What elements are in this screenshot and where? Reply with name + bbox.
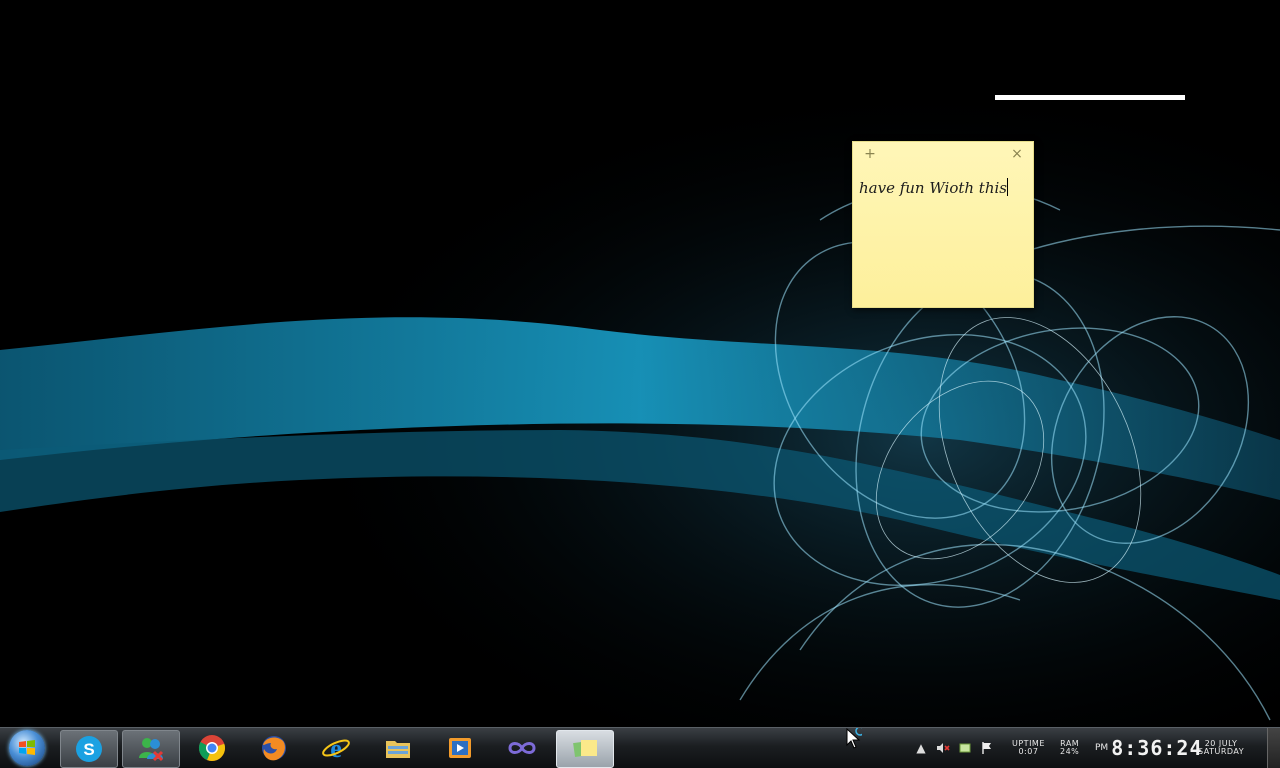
taskbar-media-player[interactable] xyxy=(432,730,488,766)
svg-text:S: S xyxy=(83,740,94,759)
sticky-note-titlebar[interactable]: + × xyxy=(853,142,1033,166)
clock-ampm: PM xyxy=(1095,743,1109,753)
mouse-pointer-icon xyxy=(846,728,862,749)
ram-gadget: RAM 24% xyxy=(1060,728,1079,768)
taskbar-messenger[interactable] xyxy=(122,730,180,768)
ram-value: 24% xyxy=(1060,747,1080,756)
sticky-notes-icon xyxy=(573,740,597,758)
sticky-note[interactable]: + × have fun Wioth this xyxy=(852,141,1034,308)
text-caret xyxy=(1007,178,1008,196)
taskbar-firefox[interactable] xyxy=(246,730,302,766)
notification-area: ▲ xyxy=(914,728,994,768)
network-icon[interactable] xyxy=(958,741,972,755)
taskbar: S e ▲ UPTIME 0:07 RAM 24% PM 8:36:24 20 … xyxy=(0,727,1280,768)
messenger-icon xyxy=(139,738,164,762)
add-note-button[interactable]: + xyxy=(862,146,878,162)
file-explorer-icon xyxy=(386,741,410,758)
infinity-app-icon xyxy=(508,742,536,754)
wallpaper xyxy=(0,0,1280,728)
desktop[interactable]: + × have fun Wioth this xyxy=(0,0,1280,728)
gadget-bar xyxy=(995,95,1185,100)
svg-text:e: e xyxy=(330,734,342,763)
chrome-icon xyxy=(198,735,225,761)
media-player-icon xyxy=(449,738,471,758)
taskbar-file-explorer[interactable] xyxy=(370,730,426,766)
taskbar-infinity-app[interactable] xyxy=(494,730,550,766)
action-center-flag-icon[interactable] xyxy=(980,741,994,755)
clock-time: 8:36:24 xyxy=(1111,736,1203,760)
taskbar-skype[interactable]: S xyxy=(60,730,118,768)
taskbar-sticky-notes[interactable] xyxy=(556,730,614,768)
close-note-button[interactable]: × xyxy=(1009,146,1025,162)
firefox-icon xyxy=(262,736,286,761)
sticky-note-body[interactable]: have fun Wioth this xyxy=(859,178,1027,301)
start-button[interactable] xyxy=(4,728,50,768)
show-desktop-button[interactable] xyxy=(1267,728,1280,768)
skype-icon: S xyxy=(76,736,102,762)
uptime-gadget: UPTIME 0:07 xyxy=(1012,728,1045,768)
internet-explorer-icon: e xyxy=(322,734,350,763)
date-display[interactable]: 20 JULY SATURDAY xyxy=(1198,728,1244,768)
uptime-value: 0:07 xyxy=(1018,747,1039,756)
sticky-note-text: have fun Wioth this xyxy=(859,179,1007,197)
day-value: SATURDAY xyxy=(1198,747,1245,756)
taskbar-chrome[interactable] xyxy=(184,730,240,766)
show-hidden-icons-icon[interactable]: ▲ xyxy=(914,741,928,755)
volume-muted-icon[interactable] xyxy=(936,741,950,755)
clock[interactable]: PM 8:36:24 xyxy=(1095,728,1203,768)
taskbar-internet-explorer[interactable]: e xyxy=(308,730,364,766)
windows-logo-icon xyxy=(9,730,45,766)
